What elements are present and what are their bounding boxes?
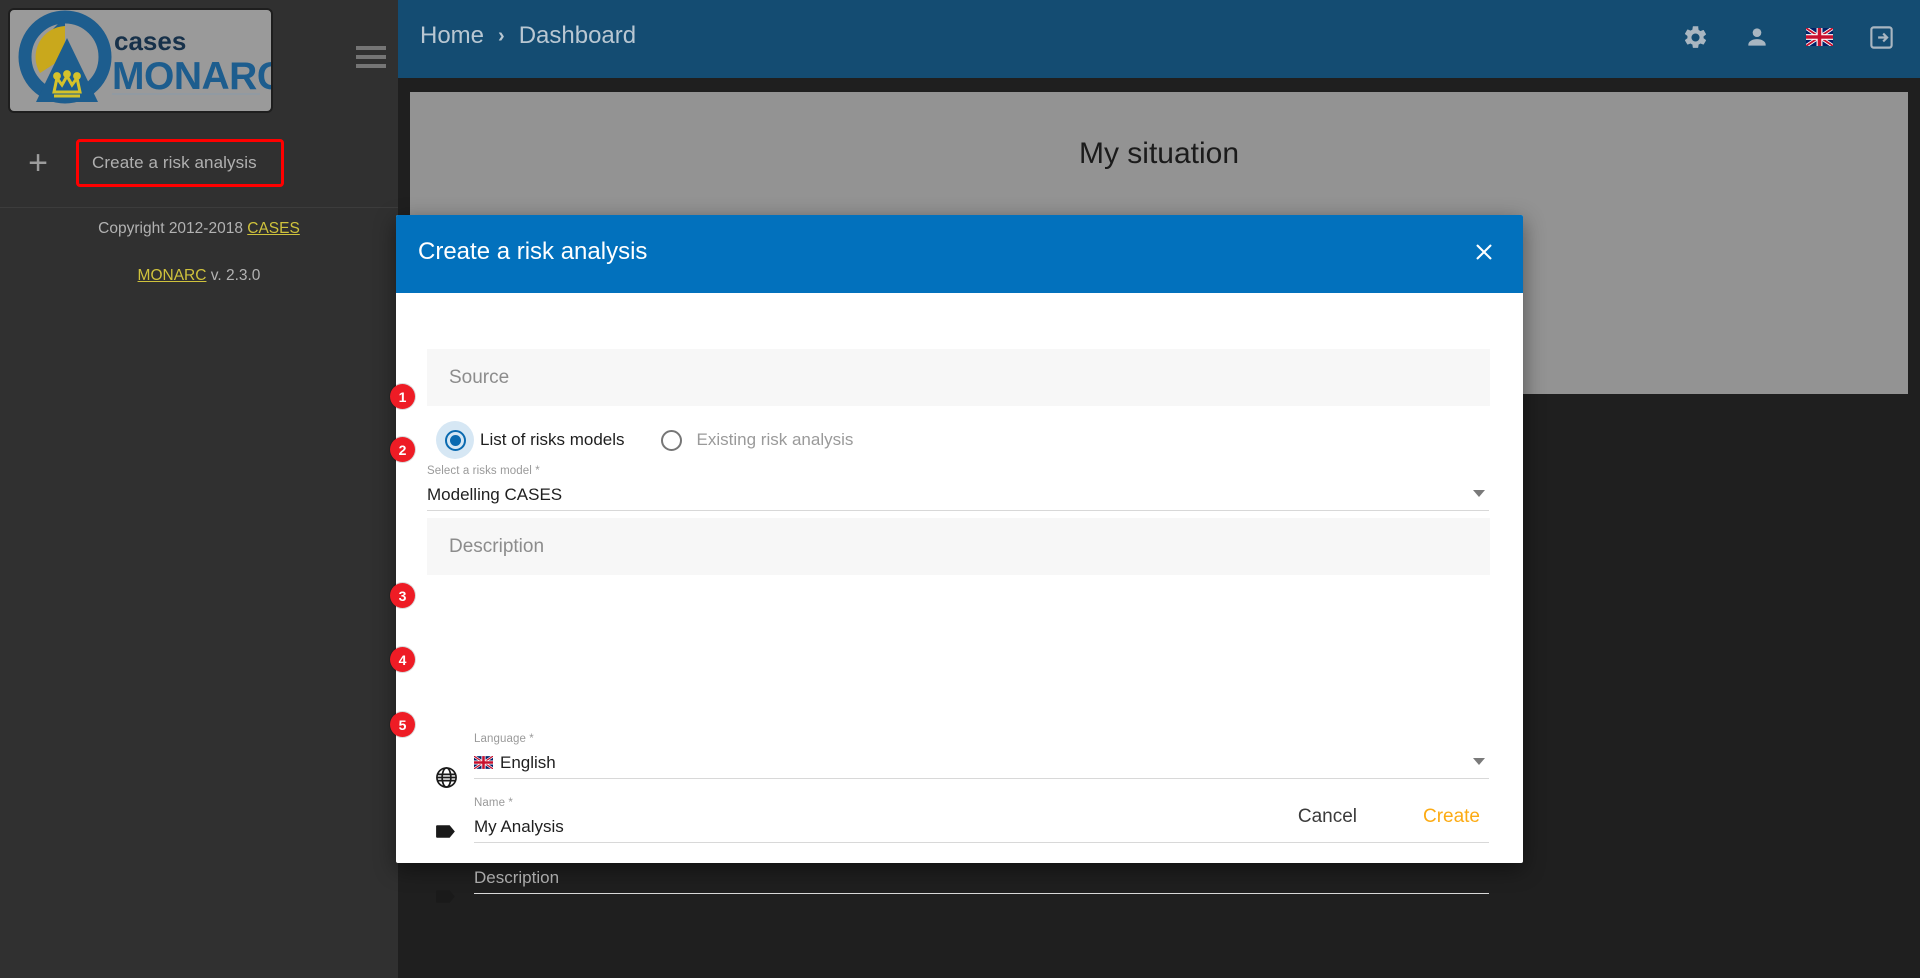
annotation-badge-2: 2 (390, 437, 415, 462)
radio-list-of-risks-models[interactable]: List of risks models (436, 421, 625, 459)
radio-existing-risk-analysis[interactable]: Existing risk analysis (653, 421, 854, 459)
description-section-heading: Description (427, 518, 1490, 575)
user-icon[interactable] (1742, 22, 1772, 52)
dialog-body: Source List of risks models Existing ris… (396, 293, 1523, 863)
description-input-placeholder: Description (474, 868, 559, 888)
create-button[interactable]: Create (1407, 797, 1496, 837)
description-input-line[interactable]: Description (474, 862, 1489, 894)
source-radio-group: List of risks models Existing risk analy… (436, 421, 881, 459)
radio-label-list-of-risks-models: List of risks models (480, 430, 625, 450)
my-situation-title: My situation (410, 137, 1908, 171)
cancel-button[interactable]: Cancel (1282, 797, 1373, 837)
cases-link[interactable]: CASES (247, 220, 300, 237)
description-field[interactable]: Description (474, 862, 1489, 894)
app-root: cases MONARC + Create a risk analysis Co… (0, 0, 1920, 978)
chevron-right-icon: › (498, 25, 505, 48)
breadcrumb-item-home[interactable]: Home (420, 22, 484, 50)
breadcrumb-item-dashboard[interactable]: Dashboard (519, 22, 636, 50)
sidebar: cases MONARC + Create a risk analysis Co… (0, 0, 398, 978)
radio-hit-area[interactable] (653, 421, 691, 459)
radio-label-existing-risk-analysis: Existing risk analysis (697, 430, 854, 450)
top-bar-actions (1680, 22, 1896, 52)
dialog-footer: Cancel Create (396, 779, 1523, 863)
annotation-badge-5: 5 (390, 712, 415, 737)
source-section-heading: Source (427, 349, 1490, 406)
cases-monarc-logo-icon: cases MONARC (10, 10, 271, 111)
version-label: v. 2.3.0 (206, 267, 260, 284)
dialog-header: Create a risk analysis (396, 215, 1523, 293)
tag-icon (432, 882, 460, 910)
select-risks-model-value: Modelling CASES (427, 485, 562, 505)
select-risks-model-control[interactable]: Modelling CASES (427, 479, 1489, 511)
annotation-badge-3: 3 (390, 583, 415, 608)
breadcrumb: Home › Dashboard (420, 22, 636, 50)
annotation-badge-1: 1 (390, 384, 415, 409)
plus-icon[interactable]: + (20, 146, 56, 182)
annotation-badge-4: 4 (390, 647, 415, 672)
uk-flag-icon (474, 756, 493, 769)
logo-text-monarc: MONARC (112, 55, 271, 98)
uk-flag-icon[interactable] (1804, 22, 1834, 52)
dialog-title: Create a risk analysis (418, 238, 647, 266)
hamburger-menu-icon[interactable] (356, 46, 386, 68)
sidebar-divider (0, 207, 398, 208)
copyright-text: Copyright 2012-2018 CASES (0, 220, 398, 238)
create-risk-analysis-dialog: Create a risk analysis Source List of ri… (396, 215, 1523, 863)
language-label: Language * (474, 733, 1489, 745)
hamburger-bar (356, 46, 386, 50)
hamburger-bar (356, 64, 386, 68)
language-control[interactable]: English (474, 747, 1489, 779)
radio-unselected-icon (661, 430, 682, 451)
monarc-link[interactable]: MONARC (138, 267, 207, 284)
top-bar: Home › Dashboard (398, 0, 1920, 78)
version-text: MONARC v. 2.3.0 (0, 267, 398, 285)
radio-selected-icon (445, 430, 466, 451)
close-icon[interactable] (1467, 235, 1501, 269)
chevron-down-icon[interactable] (1473, 758, 1485, 765)
select-risks-model-field[interactable]: Select a risks model * Modelling CASES (427, 465, 1489, 511)
logout-icon[interactable] (1866, 22, 1896, 52)
language-value: English (500, 753, 556, 773)
language-field[interactable]: Language * English (474, 733, 1489, 779)
app-logo[interactable]: cases MONARC (8, 8, 273, 113)
copyright-label: Copyright 2012-2018 (98, 220, 247, 237)
hamburger-bar (356, 55, 386, 59)
logo-text-cases: cases (114, 26, 186, 56)
radio-hit-area[interactable] (436, 421, 474, 459)
gear-icon[interactable] (1680, 22, 1710, 52)
chevron-down-icon[interactable] (1473, 490, 1485, 497)
create-risk-analysis-row: + Create a risk analysis (0, 128, 398, 200)
create-risk-analysis-label: Create a risk analysis (92, 153, 257, 173)
select-risks-model-label: Select a risks model * (427, 465, 1489, 477)
create-risk-analysis-button[interactable]: Create a risk analysis (76, 139, 284, 187)
